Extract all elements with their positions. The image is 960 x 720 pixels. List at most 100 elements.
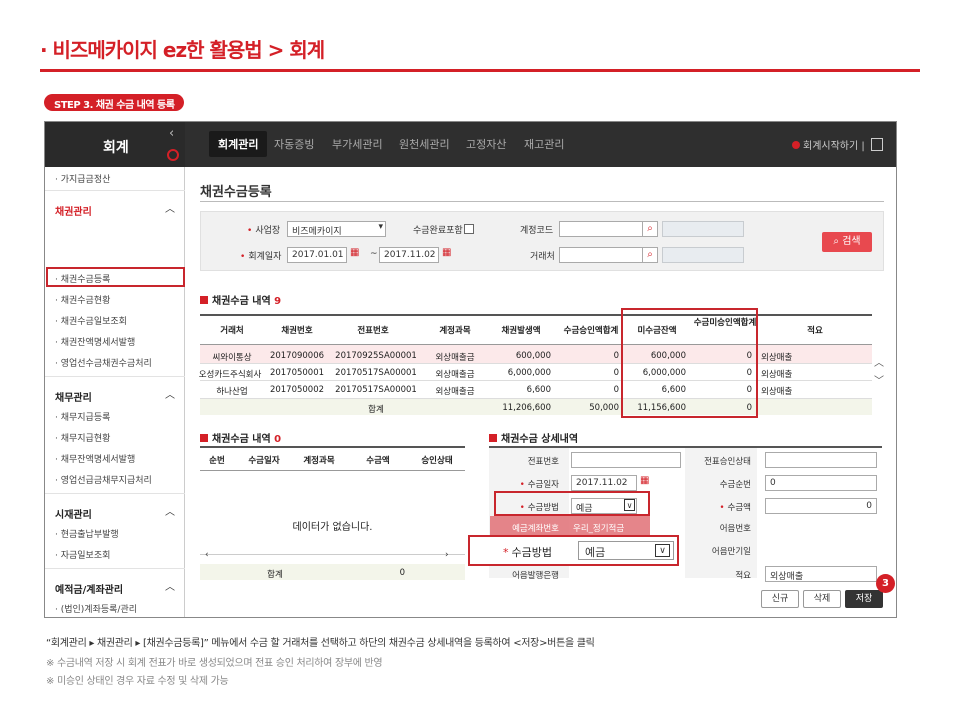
sidebar-item-advance-settlement[interactable]: · 가지급금정산 bbox=[55, 172, 110, 185]
table-cell[interactable]: 0 bbox=[556, 385, 619, 395]
account-code-input[interactable] bbox=[559, 221, 643, 237]
title-divider bbox=[40, 69, 920, 72]
include-complete-checkbox[interactable] bbox=[464, 224, 474, 234]
approval-label: 전표승인상태 bbox=[704, 457, 751, 467]
chevron-up-icon[interactable]: ︿ bbox=[165, 578, 175, 593]
table-cell[interactable]: 오성카드주식회사 bbox=[195, 368, 265, 380]
memo-input[interactable]: 외상매출 bbox=[765, 566, 877, 582]
table-cell[interactable]: 0 bbox=[556, 368, 619, 378]
search-icon: ⌕ bbox=[833, 236, 843, 247]
scroll-down-icon[interactable]: ﹀ bbox=[874, 372, 884, 387]
table-cell[interactable]: 외상매출 bbox=[761, 385, 792, 397]
calendar-icon[interactable]: ▦ bbox=[442, 247, 451, 258]
sidebar-item-account-registration[interactable]: · (법인)계좌등록/관리 bbox=[55, 602, 137, 615]
voucher-input[interactable] bbox=[571, 452, 681, 468]
sidebar-item-receivable-status[interactable]: · 채권수금현황 bbox=[55, 293, 110, 306]
save-button[interactable]: 저장 bbox=[845, 590, 883, 608]
sidebar-item-receivable-daily[interactable]: · 채권수금일보조회 bbox=[55, 314, 127, 327]
table-cell[interactable]: 외상매출금 bbox=[425, 385, 485, 397]
page-title: · 비즈메카이지 ez한 활용법 > 회계 bbox=[40, 38, 325, 62]
total-label: 합계 bbox=[368, 405, 384, 415]
amount-input[interactable]: 0 bbox=[765, 498, 877, 514]
sidebar-item-payable-status[interactable]: · 채무지급현황 bbox=[55, 431, 110, 444]
detail-section-title: 채권수금 상세내역 bbox=[489, 430, 578, 445]
tab-accounting[interactable]: 회계관리 bbox=[209, 131, 268, 157]
table-cell[interactable]: 2017090006 bbox=[267, 351, 327, 361]
new-button[interactable]: 신규 bbox=[761, 590, 799, 608]
sidebar-item-receivable-balance[interactable]: · 채권잔액명세서발행 bbox=[55, 335, 135, 348]
receipts-total-label: 합계 bbox=[267, 570, 283, 580]
account-no-label: 예금계좌번호 bbox=[512, 524, 559, 534]
receipt-seq-input[interactable]: 0 bbox=[765, 475, 877, 491]
receipt-date-input[interactable]: 2017.11.02 bbox=[571, 475, 637, 491]
table-cell[interactable]: 외상매출 bbox=[761, 368, 792, 380]
table-cell[interactable]: 하나산업 bbox=[202, 385, 262, 397]
zoom-method-label: * 수금방법 bbox=[503, 546, 552, 559]
vendor-input[interactable] bbox=[559, 247, 643, 263]
table-cell[interactable]: 외상매출 bbox=[761, 351, 792, 363]
chevron-up-icon[interactable]: ︿ bbox=[165, 386, 175, 401]
account-no-value[interactable]: 우리_정기적금 bbox=[573, 522, 624, 534]
empty-message: 데이터가 없습니다. bbox=[292, 522, 373, 533]
table-cell[interactable]: 20170517SA00001 bbox=[333, 368, 419, 378]
sidebar-item-payable-registration[interactable]: · 채무지급등록 bbox=[55, 410, 110, 423]
tab-fixed-assets[interactable]: 고정자산 bbox=[466, 136, 506, 152]
sidebar-divider bbox=[45, 376, 185, 377]
vendor-search-icon[interactable]: ⌕ bbox=[642, 247, 658, 263]
table-cell[interactable]: 외상매출금 bbox=[425, 351, 485, 363]
search-button[interactable]: ⌕ 검색 bbox=[822, 232, 872, 252]
select-arrow-icon: ∨ bbox=[655, 544, 670, 557]
sidebar-item-daily-funds[interactable]: · 자금일보조회 bbox=[55, 548, 110, 561]
col-vendor: 거래처 bbox=[220, 326, 244, 336]
table-cell[interactable]: 20170925SA00001 bbox=[333, 351, 419, 361]
scroll-right-icon[interactable]: › bbox=[445, 550, 449, 560]
workplace-select[interactable]: 비즈메카이지 ▾ bbox=[287, 221, 386, 237]
tab-inventory[interactable]: 재고관리 bbox=[524, 136, 564, 152]
receipts-header-bottom bbox=[200, 470, 465, 471]
sidebar-header-payables[interactable]: 채무관리 bbox=[55, 389, 92, 404]
help-icon[interactable] bbox=[167, 149, 179, 161]
tab-withholding[interactable]: 원천세관리 bbox=[399, 136, 450, 152]
sidebar-header-cash[interactable]: 시재관리 bbox=[55, 506, 92, 521]
table-cell[interactable]: 20170517SA00001 bbox=[333, 385, 419, 395]
calendar-icon[interactable]: ▦ bbox=[350, 247, 359, 258]
delete-button[interactable]: 삭제 bbox=[803, 590, 841, 608]
receipt-date-label: • 수금일자 bbox=[519, 480, 559, 490]
chevron-up-icon[interactable]: ︿ bbox=[165, 200, 175, 215]
zoom-method-select[interactable]: 예금 ∨ bbox=[578, 541, 674, 560]
list-header-line bbox=[200, 314, 872, 316]
sidebar-item-cashbook[interactable]: · 현금출납부발행 bbox=[55, 527, 119, 540]
tab-vat[interactable]: 부가세관리 bbox=[332, 136, 383, 152]
table-cell[interactable]: 2017050001 bbox=[267, 368, 327, 378]
table-cell[interactable]: 600,000 bbox=[488, 351, 551, 361]
instruction-note: ※ 수금내역 저장 시 회계 전표가 바로 생성되었으며 전표 승인 처리하여 … bbox=[46, 658, 383, 669]
section-marker-icon bbox=[200, 434, 208, 442]
date-from-input[interactable]: 2017.01.01 bbox=[287, 247, 347, 263]
horizontal-scrollbar[interactable] bbox=[200, 554, 465, 562]
total-issued: 11,206,600 bbox=[502, 403, 551, 413]
chevron-up-icon[interactable]: ︿ bbox=[165, 503, 175, 518]
sidebar-item-receivable-registration[interactable]: · 채권수금등록 bbox=[55, 272, 110, 285]
tab-auto-evidence[interactable]: 자동증빙 bbox=[274, 136, 314, 152]
sidebar-item-payable-balance[interactable]: · 채무잔액명세서발행 bbox=[55, 452, 135, 465]
start-accounting-link[interactable]: 회계시작하기 | bbox=[792, 137, 865, 152]
calculator-icon[interactable] bbox=[871, 138, 883, 151]
table-cell[interactable]: 6,600 bbox=[488, 385, 551, 395]
collapse-icon[interactable]: ‹ bbox=[169, 126, 174, 141]
calendar-icon[interactable]: ▦ bbox=[640, 475, 649, 486]
table-cell[interactable]: 씨와이통상 bbox=[202, 351, 262, 363]
scroll-left-icon[interactable]: ‹ bbox=[205, 550, 209, 560]
main-title: 채권수금등록 bbox=[200, 185, 272, 200]
date-to-input[interactable]: 2017.11.02 bbox=[379, 247, 439, 263]
sidebar-header-deposits[interactable]: 예적금/계좌관리 bbox=[55, 581, 123, 596]
table-cell[interactable]: 6,000,000 bbox=[488, 368, 551, 378]
table-cell[interactable]: 0 bbox=[556, 351, 619, 361]
sidebar-item-advance-receipt[interactable]: · 영업선수금채권수금처리 bbox=[55, 356, 152, 369]
table-cell[interactable]: 외상매출금 bbox=[425, 368, 485, 380]
table-cell[interactable]: 2017050002 bbox=[267, 385, 327, 395]
account-code-search-icon[interactable]: ⌕ bbox=[642, 221, 658, 237]
approval-input[interactable] bbox=[765, 452, 877, 468]
sidebar-item-advance-payment[interactable]: · 영업선급금채무지급처리 bbox=[55, 473, 152, 486]
scroll-up-icon[interactable]: ︿ bbox=[874, 354, 884, 369]
sidebar-header-receivables[interactable]: 채권관리 bbox=[55, 203, 92, 218]
